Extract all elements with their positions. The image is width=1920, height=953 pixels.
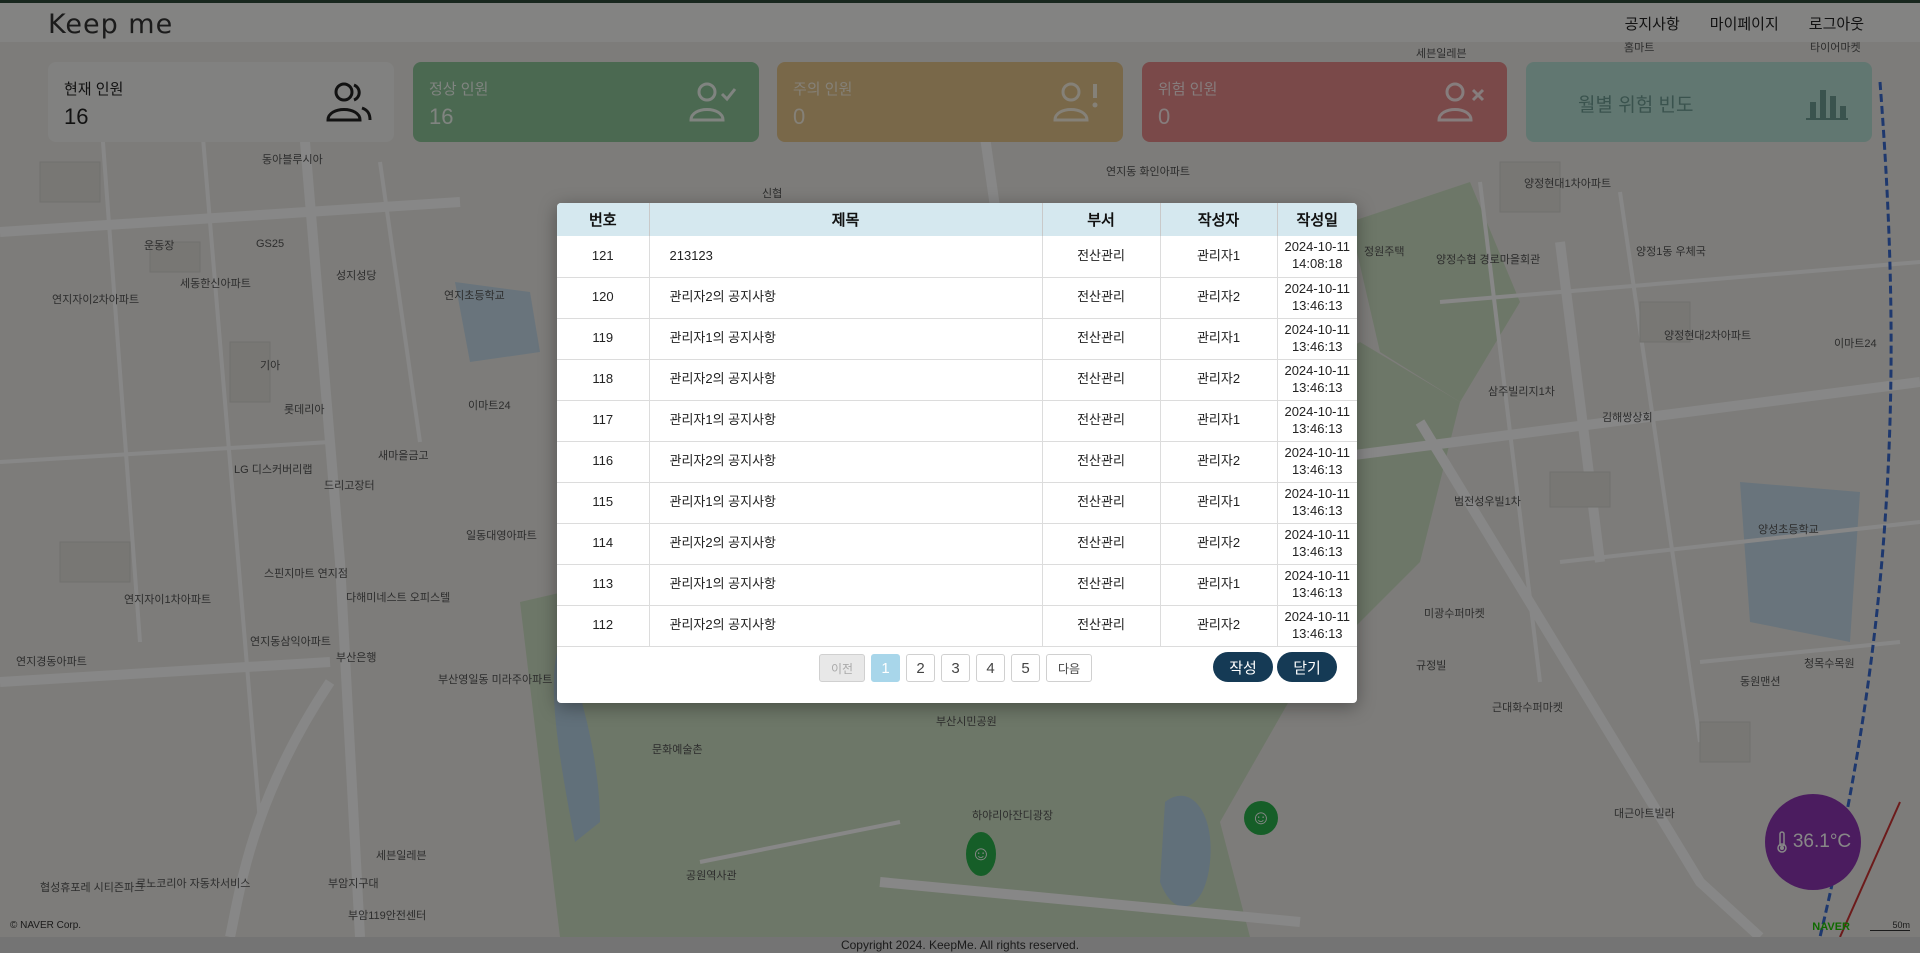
table-row[interactable]: 114 관리자2의 공지사항 전산관리 관리자2 2024-10-11 13:46…: [557, 523, 1357, 565]
next-page-button[interactable]: 다음: [1046, 654, 1092, 682]
table-row[interactable]: 115 관리자1의 공지사항 전산관리 관리자1 2024-10-11 13:46…: [557, 482, 1357, 524]
time: 13:46:13: [1291, 461, 1343, 477]
date: 2024-10-11: [1284, 567, 1351, 583]
notice-table: 번호 제목 부서 작성자 작성일 121 213123 전산관리 관리자1 20…: [557, 203, 1357, 647]
cell-department: 전산관리: [1042, 318, 1161, 360]
col-number: 번호: [557, 203, 650, 236]
cell-number: 112: [557, 605, 650, 647]
time: 13:46:13: [1291, 584, 1343, 600]
cell-date: 2024-10-11 13:46:13: [1277, 441, 1357, 483]
table-row[interactable]: 112 관리자2의 공지사항 전산관리 관리자2 2024-10-11 13:46…: [557, 605, 1357, 647]
date: 2024-10-11: [1284, 526, 1351, 542]
cell-title[interactable]: 관리자1의 공지사항: [649, 400, 1043, 442]
cell-author: 관리자1: [1160, 236, 1278, 278]
cell-department: 전산관리: [1042, 441, 1161, 483]
table-row[interactable]: 116 관리자2의 공지사항 전산관리 관리자2 2024-10-11 13:46…: [557, 441, 1357, 483]
cell-department: 전산관리: [1042, 236, 1161, 278]
page-2-button[interactable]: 2: [906, 654, 935, 682]
cell-author: 관리자2: [1160, 359, 1278, 401]
cell-date: 2024-10-11 13:46:13: [1277, 277, 1357, 319]
page-1-button[interactable]: 1: [871, 654, 900, 682]
table-row[interactable]: 121 213123 전산관리 관리자1 2024-10-11 14:08:18: [557, 236, 1357, 278]
cell-author: 관리자1: [1160, 400, 1278, 442]
cell-department: 전산관리: [1042, 482, 1161, 524]
cell-date: 2024-10-11 13:46:13: [1277, 564, 1357, 606]
cell-number: 117: [557, 400, 650, 442]
pagination: 이전 1 2 3 4 5 다음: [819, 654, 1092, 682]
close-button[interactable]: 닫기: [1277, 652, 1337, 682]
cell-author: 관리자1: [1160, 564, 1278, 606]
date: 2024-10-11: [1284, 403, 1351, 419]
date: 2024-10-11: [1284, 444, 1351, 460]
page-4-button[interactable]: 4: [976, 654, 1005, 682]
cell-author: 관리자2: [1160, 523, 1278, 565]
write-button[interactable]: 작성: [1213, 652, 1273, 682]
date: 2024-10-11: [1284, 280, 1351, 296]
time: 13:46:13: [1291, 502, 1343, 518]
table-row[interactable]: 117 관리자1의 공지사항 전산관리 관리자1 2024-10-11 13:46…: [557, 400, 1357, 442]
time: 13:46:13: [1291, 420, 1343, 436]
cell-department: 전산관리: [1042, 400, 1161, 442]
table-row[interactable]: 120 관리자2의 공지사항 전산관리 관리자2 2024-10-11 13:46…: [557, 277, 1357, 319]
cell-title[interactable]: 관리자1의 공지사항: [649, 482, 1043, 524]
table-header-row: 번호 제목 부서 작성자 작성일: [557, 203, 1357, 236]
cell-number: 116: [557, 441, 650, 483]
cell-title[interactable]: 관리자2의 공지사항: [649, 359, 1043, 401]
cell-department: 전산관리: [1042, 605, 1161, 647]
cell-date: 2024-10-11 13:46:13: [1277, 318, 1357, 360]
cell-number: 121: [557, 236, 650, 278]
cell-department: 전산관리: [1042, 277, 1161, 319]
table-row[interactable]: 118 관리자2의 공지사항 전산관리 관리자2 2024-10-11 13:46…: [557, 359, 1357, 401]
cell-number: 120: [557, 277, 650, 319]
time: 13:46:13: [1291, 297, 1343, 313]
cell-title[interactable]: 관리자2의 공지사항: [649, 441, 1043, 483]
col-date: 작성일: [1277, 203, 1357, 236]
page-3-button[interactable]: 3: [941, 654, 970, 682]
cell-date: 2024-10-11 13:46:13: [1277, 523, 1357, 565]
cell-number: 115: [557, 482, 650, 524]
col-title: 제목: [649, 203, 1043, 236]
date: 2024-10-11: [1284, 239, 1351, 255]
cell-author: 관리자2: [1160, 277, 1278, 319]
cell-department: 전산관리: [1042, 523, 1161, 565]
cell-author: 관리자1: [1160, 318, 1278, 360]
col-author: 작성자: [1160, 203, 1278, 236]
date: 2024-10-11: [1284, 608, 1351, 624]
cell-title[interactable]: 관리자1의 공지사항: [649, 564, 1043, 606]
cell-date: 2024-10-11 13:46:13: [1277, 359, 1357, 401]
cell-author: 관리자1: [1160, 482, 1278, 524]
cell-number: 114: [557, 523, 650, 565]
cell-title[interactable]: 213123: [649, 236, 1043, 278]
table-row[interactable]: 113 관리자1의 공지사항 전산관리 관리자1 2024-10-11 13:46…: [557, 564, 1357, 606]
cell-number: 118: [557, 359, 650, 401]
date: 2024-10-11: [1284, 485, 1351, 501]
table-row[interactable]: 119 관리자1의 공지사항 전산관리 관리자1 2024-10-11 13:46…: [557, 318, 1357, 360]
time: 13:46:13: [1291, 543, 1343, 559]
cell-title[interactable]: 관리자1의 공지사항: [649, 318, 1043, 360]
cell-date: 2024-10-11 13:46:13: [1277, 605, 1357, 647]
date: 2024-10-11: [1284, 321, 1351, 337]
cell-title[interactable]: 관리자2의 공지사항: [649, 277, 1043, 319]
time: 14:08:18: [1291, 256, 1343, 272]
cell-title[interactable]: 관리자2의 공지사항: [649, 523, 1043, 565]
cell-title[interactable]: 관리자2의 공지사항: [649, 605, 1043, 647]
prev-page-button[interactable]: 이전: [819, 654, 865, 682]
date: 2024-10-11: [1284, 362, 1351, 378]
cell-department: 전산관리: [1042, 359, 1161, 401]
time: 13:46:13: [1291, 379, 1343, 395]
cell-date: 2024-10-11 14:08:18: [1277, 236, 1357, 278]
page-5-button[interactable]: 5: [1011, 654, 1040, 682]
cell-department: 전산관리: [1042, 564, 1161, 606]
time: 13:46:13: [1291, 625, 1343, 641]
cell-number: 119: [557, 318, 650, 360]
cell-number: 113: [557, 564, 650, 606]
cell-date: 2024-10-11 13:46:13: [1277, 400, 1357, 442]
notice-modal: 번호 제목 부서 작성자 작성일 121 213123 전산관리 관리자1 20…: [557, 203, 1357, 703]
cell-author: 관리자2: [1160, 441, 1278, 483]
time: 13:46:13: [1291, 338, 1343, 354]
col-department: 부서: [1042, 203, 1161, 236]
cell-date: 2024-10-11 13:46:13: [1277, 482, 1357, 524]
cell-author: 관리자2: [1160, 605, 1278, 647]
